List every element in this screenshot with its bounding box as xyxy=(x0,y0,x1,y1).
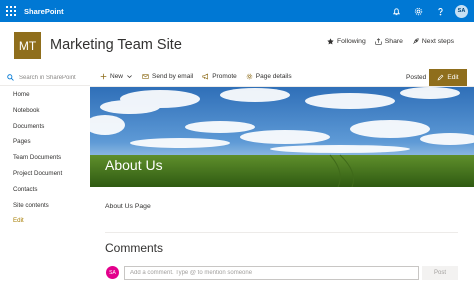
rocket-icon xyxy=(413,38,419,44)
nav-list: Home Notebook Documents Pages Team Docum… xyxy=(13,91,62,233)
pencil-icon xyxy=(438,74,444,81)
nav-item-home[interactable]: Home xyxy=(13,91,62,107)
gear-icon[interactable] xyxy=(407,0,429,22)
page-details-label: Page details xyxy=(255,73,292,80)
post-button[interactable]: Post xyxy=(422,266,458,280)
user-avatar[interactable]: SA xyxy=(455,4,468,18)
nav-item-notebook[interactable]: Notebook xyxy=(13,107,62,123)
hero-banner: About Us xyxy=(90,87,474,187)
nav-item-edit[interactable]: Edit xyxy=(13,217,62,233)
promote-label: Promote xyxy=(212,73,237,80)
search-box[interactable] xyxy=(0,70,90,86)
bell-icon[interactable] xyxy=(385,0,407,22)
app-title[interactable]: SharePoint xyxy=(24,7,64,16)
new-label: New xyxy=(110,73,124,80)
page-details-button[interactable]: Page details xyxy=(246,73,292,80)
waffle-icon[interactable] xyxy=(0,0,22,22)
site-header: MT Marketing Team Site Following Share N… xyxy=(0,22,474,68)
nav-item-pages[interactable]: Pages xyxy=(13,138,62,154)
nav-item-team-documents[interactable]: Team Documents xyxy=(13,154,62,170)
page-body-text: About Us Page xyxy=(105,203,151,210)
following-label: Following xyxy=(337,38,366,45)
next-steps-button[interactable]: Next steps xyxy=(412,38,454,45)
chevron-down-icon xyxy=(127,75,132,79)
send-by-email-label: Send by email xyxy=(152,73,194,80)
following-button[interactable]: Following xyxy=(327,38,366,45)
search-icon xyxy=(7,74,14,81)
comment-input[interactable] xyxy=(124,266,419,280)
nav-item-contacts[interactable]: Contacts xyxy=(13,186,62,202)
comments-heading: Comments xyxy=(105,241,164,255)
gear-icon xyxy=(246,73,253,80)
site-title[interactable]: Marketing Team Site xyxy=(50,37,182,53)
divider xyxy=(105,232,458,233)
share-icon xyxy=(375,38,382,45)
promote-button[interactable]: Promote xyxy=(202,73,237,80)
share-label: Share xyxy=(384,38,403,45)
site-logo[interactable]: MT xyxy=(14,32,41,59)
nav-item-documents[interactable]: Documents xyxy=(13,123,62,139)
share-button[interactable]: Share xyxy=(375,38,403,45)
new-button[interactable]: New xyxy=(100,73,133,80)
nav-item-site-contents[interactable]: Site contents xyxy=(13,202,62,218)
star-icon xyxy=(327,38,334,45)
command-bar: New Send by email Promote Page details P… xyxy=(90,68,474,87)
header-actions: Following Share Next steps xyxy=(327,38,454,45)
search-input[interactable] xyxy=(19,74,89,81)
send-by-email-button[interactable]: Send by email xyxy=(142,73,193,80)
nav-item-project-document[interactable]: Project Document xyxy=(13,170,62,186)
suite-bar: SharePoint SA xyxy=(0,0,474,22)
comment-avatar: SA xyxy=(106,266,119,279)
edit-label: Edit xyxy=(447,74,459,81)
next-steps-label: Next steps xyxy=(421,38,454,45)
plus-icon xyxy=(100,73,107,80)
help-icon[interactable] xyxy=(429,0,451,22)
edit-button[interactable]: Edit xyxy=(429,69,467,86)
mail-icon xyxy=(142,74,149,79)
left-navigation: Home Notebook Documents Pages Team Docum… xyxy=(0,68,90,296)
page-title[interactable]: About Us xyxy=(105,157,163,173)
page-status: Posted xyxy=(406,74,427,81)
megaphone-icon xyxy=(202,73,209,80)
